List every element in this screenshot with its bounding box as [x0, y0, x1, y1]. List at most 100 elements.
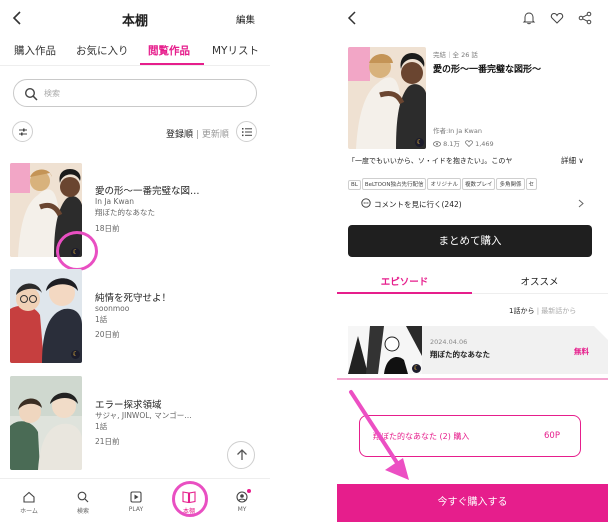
work-stats: 8.1万 1,469: [433, 138, 494, 148]
episode-price-label: 無料: [574, 347, 589, 356]
tab-my-list[interactable]: MYリスト: [212, 43, 259, 58]
favorite-button[interactable]: [550, 11, 564, 25]
sort-separator: |: [195, 130, 199, 140]
sort-options: 登録順 | 更新順: [166, 127, 229, 140]
item-time: 21日前: [95, 437, 120, 446]
item-episode: 翔ぼた的なあなた: [95, 208, 155, 217]
cover-image: [10, 376, 82, 470]
heart-icon: [550, 12, 564, 24]
shelf-tabs: 購入作品 お気に入り 閲覧作品 MYリスト: [0, 36, 270, 66]
tag-chip[interactable]: BeLTOON独占先行配信: [361, 178, 427, 190]
item-author: soonmoo: [95, 304, 130, 313]
page-title: 本棚: [121, 14, 148, 29]
sort-updated[interactable]: 更新順: [202, 130, 229, 140]
work-cover-image: [348, 47, 426, 149]
work-description: 「一度でもいいから、ソ・イドを抱きたい」。このヤ: [348, 157, 513, 165]
moon-badge-icon: ☾: [415, 138, 424, 147]
buy-all-button[interactable]: まとめて購入: [348, 225, 592, 257]
nav-my[interactable]: MY: [222, 483, 262, 519]
tag-chip[interactable]: セ: [525, 178, 538, 190]
share-button[interactable]: [578, 11, 592, 25]
back-button[interactable]: [345, 10, 361, 26]
edit-button[interactable]: 編集: [236, 12, 255, 26]
episode-date: 2024.04.06: [430, 338, 468, 346]
tag-chip[interactable]: 多角関係: [496, 178, 525, 190]
active-tab-indicator: [337, 292, 472, 294]
item-title: 純情を死守せよ！: [95, 293, 172, 304]
bottom-nav: ホーム 検索 PLAY 本棚 MY: [0, 478, 270, 522]
list-item[interactable]: ☾ 純情を死守せよ！ soonmoo 1話 20日前: [0, 266, 270, 366]
work-detail-screen: ☾ 完結｜全 26 話 愛の形〜一番完璧な図形〜 作者:In Ja Kwan 8…: [337, 0, 608, 522]
sliders-icon: [19, 128, 27, 136]
home-icon: [23, 491, 35, 503]
item-episode: 1話: [95, 315, 108, 324]
bookshelf-screen: 本棚 編集 購入作品 お気に入り 閲覧作品 MYリスト 検索 登録順 | 更新順: [0, 0, 270, 522]
play-icon: [130, 491, 142, 503]
cover-image: [10, 269, 82, 363]
order-first[interactable]: 1話から: [509, 307, 534, 315]
list-icon: [242, 128, 252, 137]
notification-button[interactable]: [522, 11, 536, 25]
tab-favorites[interactable]: お気に入り: [76, 43, 129, 58]
active-tab-indicator: [140, 63, 204, 65]
tag-list: BL BeLTOON独占先行配信 オリジナル 複数プレイ 多角関係セ: [348, 171, 608, 190]
order-latest[interactable]: 最新話から: [541, 307, 576, 315]
item-time: 18日前: [95, 224, 120, 233]
annotation-arrow-icon: [349, 390, 409, 480]
tab-recommended[interactable]: オススメ: [472, 274, 607, 288]
search-icon: [77, 491, 89, 503]
notification-dot: [247, 489, 251, 493]
list-item[interactable]: ☾ 愛の形〜一番完璧な図… In Ja Kwan 翔ぼた的なあなた 18日前: [0, 160, 270, 260]
episode-order: 1話から | 最新話から: [509, 306, 576, 316]
order-separator: |: [536, 307, 540, 315]
scroll-top-button[interactable]: [227, 441, 255, 469]
filter-button[interactable]: [12, 121, 33, 142]
work-title: 愛の形〜一番完璧な図形〜: [433, 65, 542, 75]
nav-label: ホーム: [20, 508, 38, 515]
purchase-episode-price: 60P: [544, 431, 560, 441]
item-author: In Ja Kwan: [95, 197, 134, 206]
episode-row[interactable]: ☾ 2024.04.06 翔ぼた的なあなた 無料: [348, 326, 608, 374]
item-author: サジャ, JINWOL, マンゴー…: [95, 411, 192, 420]
eye-icon: [433, 141, 441, 147]
heart-outline-icon: [465, 140, 473, 147]
tab-episodes[interactable]: エピソード: [337, 274, 472, 288]
nav-label: PLAY: [128, 506, 144, 513]
work-author: 作者:In Ja Kwan: [433, 127, 482, 135]
item-episode: 1話: [95, 422, 108, 431]
nav-play[interactable]: PLAY: [116, 483, 156, 519]
tab-viewed[interactable]: 閲覧作品: [148, 43, 190, 58]
tab-purchased[interactable]: 購入作品: [14, 43, 56, 58]
episode-title: 翔ぼた的なあなた: [430, 350, 490, 359]
tag-chip[interactable]: 複数プレイ: [461, 178, 496, 190]
search-icon: [24, 87, 38, 101]
share-icon: [578, 11, 592, 25]
detail-tabs: エピソード オススメ: [337, 266, 608, 294]
view-count: 8.1万: [443, 140, 460, 148]
episode-thumbnail: [348, 326, 422, 374]
buy-now-button[interactable]: 今すぐ購入する: [337, 484, 608, 522]
chevron-left-icon: [347, 11, 356, 25]
comments-link[interactable]: コメントを見に行く(242): [348, 192, 598, 214]
search-input[interactable]: 検索: [13, 79, 257, 107]
tag-chip[interactable]: BL: [348, 180, 361, 190]
comment-icon: [361, 198, 371, 208]
highlight-circle: [172, 481, 208, 517]
item-title: 愛の形〜一番完璧な図…: [95, 186, 200, 197]
nav-search[interactable]: 検索: [63, 483, 103, 519]
sort-registered[interactable]: 登録順: [166, 130, 193, 140]
user-icon: [236, 491, 248, 503]
chevron-right-icon: [578, 199, 584, 208]
detail-toggle[interactable]: 詳細 ∨: [561, 155, 584, 166]
nav-label: MY: [237, 506, 247, 513]
list-view-button[interactable]: [236, 121, 257, 142]
search-placeholder: 検索: [44, 89, 60, 98]
work-status: 完結｜全 26 話: [433, 51, 478, 59]
moon-badge-icon: ☾: [412, 364, 421, 373]
arrow-up-icon: [237, 449, 247, 460]
page-corner-icon: [594, 326, 608, 340]
tag-chip[interactable]: オリジナル: [427, 178, 461, 190]
like-count: 1,469: [475, 140, 494, 148]
highlight-circle: [56, 231, 98, 271]
nav-home[interactable]: ホーム: [9, 483, 49, 519]
